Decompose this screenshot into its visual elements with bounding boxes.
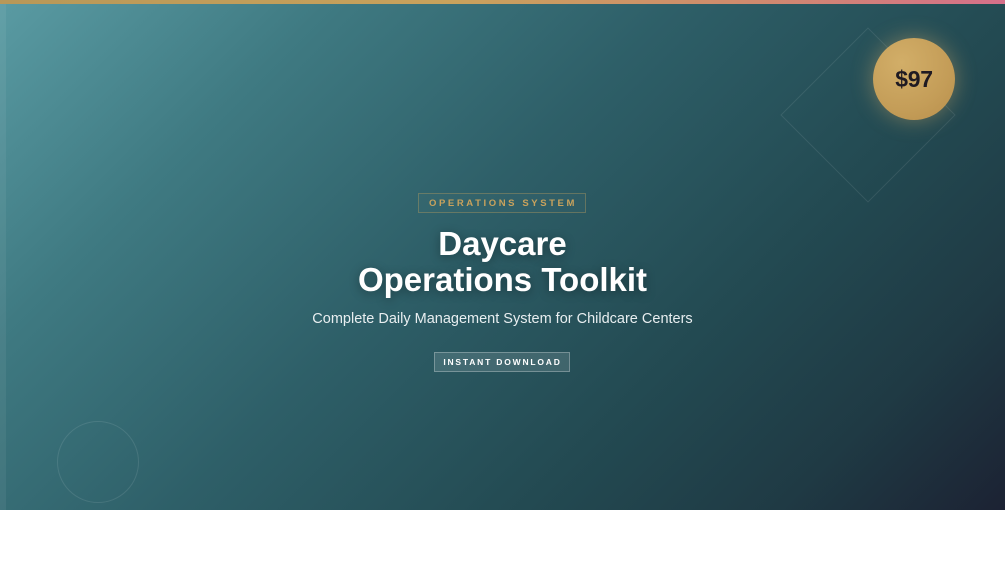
price-badge: $97 — [873, 38, 955, 120]
category-tag: OPERATIONS SYSTEM — [418, 193, 586, 213]
product-title-line-2: Operations Toolkit — [357, 261, 648, 298]
instant-download-button[interactable]: INSTANT DOWNLOAD — [434, 352, 570, 372]
price-label: $97 — [895, 65, 933, 92]
top-accent-bar — [0, 0, 1005, 4]
decorative-ring-outline — [57, 421, 139, 503]
category-label: OPERATIONS SYSTEM — [428, 197, 577, 209]
product-title: Daycare Operations Toolkit — [0, 226, 1005, 298]
page-below-banner — [0, 510, 1005, 565]
instant-download-label: INSTANT DOWNLOAD — [443, 357, 562, 367]
product-subtitle: Complete Daily Management System for Chi… — [312, 311, 693, 327]
hero-banner: $97 OPERATIONS SYSTEM Daycare Operations… — [0, 0, 1005, 510]
product-title-line-1: Daycare — [438, 225, 567, 262]
